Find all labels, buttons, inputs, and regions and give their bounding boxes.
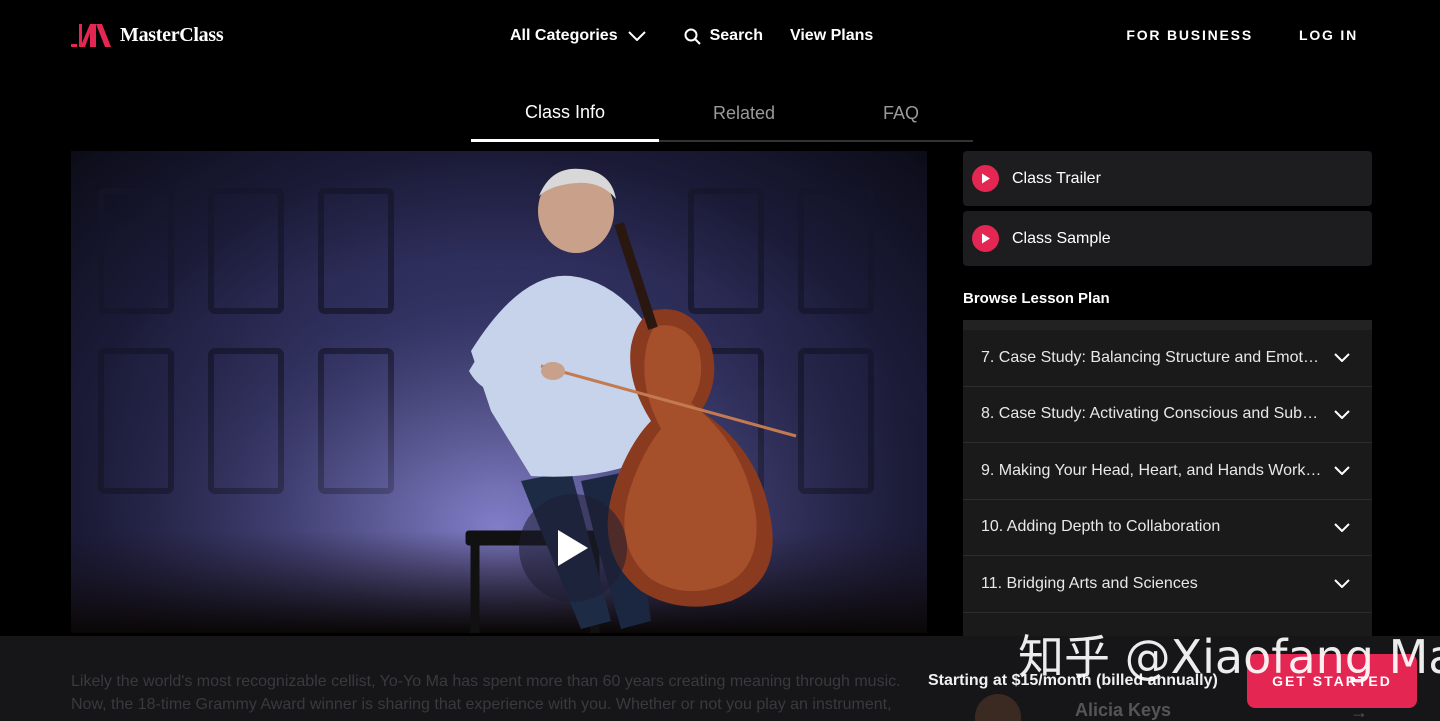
lesson-item[interactable]: 9. Making Your Head, Heart, and Hands Wo…: [963, 443, 1372, 500]
sample-play-icon: [972, 225, 999, 252]
chevron-down-icon: [1334, 523, 1350, 532]
lesson-plan-list[interactable]: 7. Case Study: Balancing Structure and E…: [963, 320, 1372, 636]
trailer-play-icon: [972, 165, 999, 192]
lesson-title: 10. Adding Depth to Collaboration: [981, 518, 1221, 536]
lesson-title: 11. Bridging Arts and Sciences: [981, 574, 1198, 592]
class-trailer-label: Class Trailer: [1012, 169, 1101, 187]
main-nav: All Categories Search View Plans: [510, 24, 873, 48]
header-right-links: FOR BUSINESS LOG IN: [1126, 27, 1358, 43]
play-button[interactable]: [519, 494, 627, 602]
masterclass-logo-icon: [71, 24, 111, 47]
for-business-link[interactable]: FOR BUSINESS: [1126, 27, 1253, 43]
lesson-title: 7. Case Study: Balancing Structure and E…: [981, 348, 1322, 366]
sticky-signup-bar: Likely the world's most recognizable cel…: [0, 636, 1440, 721]
search-label: Search: [709, 27, 763, 44]
pricing-text: Starting at $15/month (billed annually): [928, 672, 1218, 689]
lesson-item[interactable]: 8. Case Study: Activating Conscious and …: [963, 387, 1372, 443]
class-video-player[interactable]: [71, 151, 927, 633]
lesson-title: 8. Case Study: Activating Conscious and …: [981, 405, 1322, 423]
search-button[interactable]: Search: [684, 27, 763, 45]
lesson-item[interactable]: 10. Adding Depth to Collaboration: [963, 500, 1372, 556]
all-categories-label: All Categories: [510, 27, 618, 44]
brand-logo[interactable]: MasterClass: [71, 24, 224, 47]
lesson-title: 9. Making Your Head, Heart, and Hands Wo…: [981, 461, 1322, 479]
all-categories-dropdown[interactable]: All Categories: [510, 27, 646, 45]
tab-faq[interactable]: FAQ: [829, 85, 973, 142]
chevron-down-icon: [1334, 579, 1350, 589]
class-description: Likely the world's most recognizable cel…: [71, 673, 901, 713]
lesson-item[interactable]: 7. Case Study: Balancing Structure and E…: [963, 330, 1372, 387]
instructor-avatar: [975, 694, 1021, 721]
browse-lesson-plan-heading: Browse Lesson Plan: [963, 290, 1110, 307]
brand-name: MasterClass: [120, 24, 224, 46]
search-icon: [684, 28, 701, 45]
chevron-down-icon: [627, 31, 646, 41]
top-header: MasterClass All Categories Search View P…: [0, 0, 1440, 72]
masterclass-page: MasterClass All Categories Search View P…: [0, 0, 1440, 721]
tab-related[interactable]: Related: [659, 85, 829, 142]
class-tabs: Class Info Related FAQ: [471, 85, 973, 142]
chevron-down-icon: [1334, 410, 1350, 419]
view-plans-link[interactable]: View Plans: [790, 27, 873, 45]
login-link[interactable]: LOG IN: [1299, 27, 1358, 43]
cellist-video-frame: [71, 151, 927, 633]
class-trailer-button[interactable]: Class Trailer: [963, 151, 1372, 206]
lesson-item[interactable]: 11. Bridging Arts and Sciences: [963, 556, 1372, 613]
class-sample-label: Class Sample: [1012, 229, 1111, 247]
chevron-down-icon: [1334, 466, 1350, 476]
chevron-down-icon: [1334, 353, 1350, 363]
get-started-button[interactable]: GET STARTED: [1247, 654, 1417, 708]
instructor-name: Alicia Keys: [1075, 700, 1172, 720]
class-sample-button[interactable]: Class Sample: [963, 211, 1372, 266]
tab-class-info[interactable]: Class Info: [471, 85, 659, 142]
play-icon: [558, 530, 588, 566]
